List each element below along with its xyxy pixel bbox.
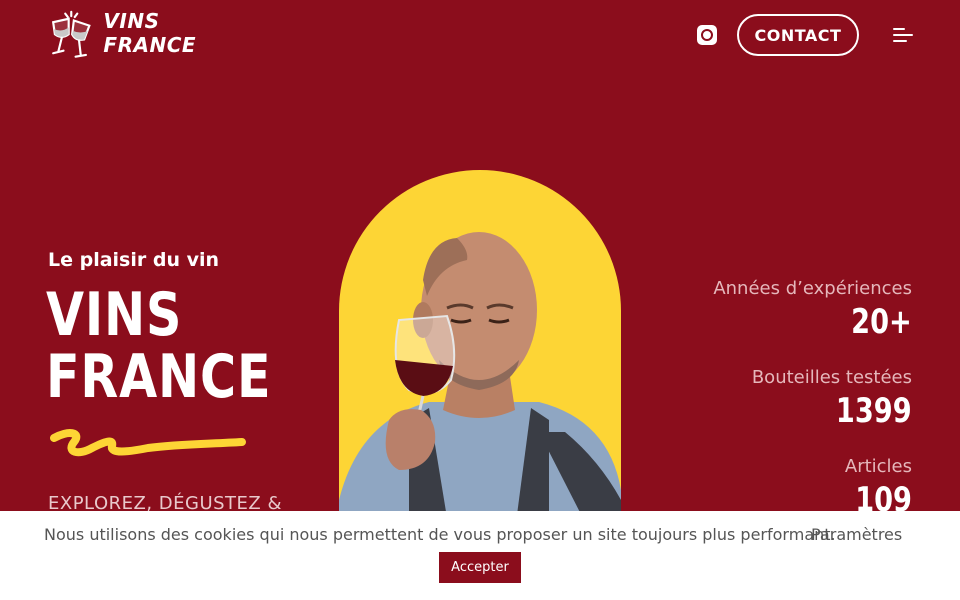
instagram-icon[interactable] — [697, 25, 717, 45]
hero-tagline: Le plaisir du vin — [48, 249, 220, 271]
contact-button[interactable]: CONTACT — [737, 14, 859, 56]
cookie-settings-link[interactable]: Paramètres — [811, 525, 902, 544]
hero-title: VINS FRANCE — [46, 284, 271, 408]
site-logo[interactable]: VINS FRANCE — [48, 6, 238, 66]
stat-label-bottles: Bouteilles testées — [751, 367, 912, 388]
stat-value-bottles: 1399 — [836, 391, 912, 431]
hero-title-line1: VINS — [46, 280, 183, 350]
cookie-banner: Nous utilisons des cookies qui nous perm… — [0, 511, 960, 600]
hero-title-line2: FRANCE — [46, 342, 272, 412]
sommelier-portrait-image — [339, 170, 621, 530]
yellow-squiggle-decoration — [50, 429, 246, 457]
hamburger-menu-icon[interactable] — [893, 27, 913, 43]
cookie-message: Nous utilisons des cookies qui nous perm… — [44, 525, 836, 544]
stat-value-experience: 20+ — [851, 302, 912, 342]
cookie-accept-button[interactable]: Accepter — [439, 552, 521, 583]
logo-text: VINS FRANCE — [103, 9, 197, 57]
wine-glasses-cheers-icon — [51, 10, 91, 58]
stat-label-experience: Années d’expériences — [713, 278, 912, 299]
stat-label-articles: Articles — [844, 456, 912, 477]
